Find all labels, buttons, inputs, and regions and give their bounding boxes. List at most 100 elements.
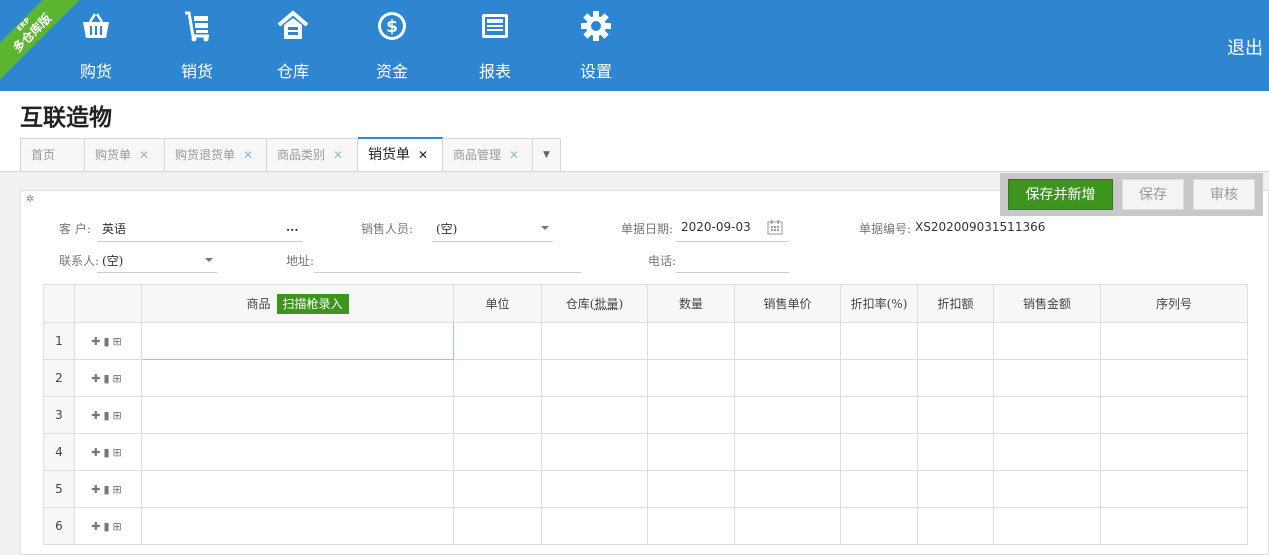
product-cell[interactable] [141,433,454,471]
sales-amount-cell[interactable] [993,396,1101,434]
add-row-icon[interactable]: ✚ [91,335,103,348]
unit-price-cell[interactable] [734,396,841,434]
warehouse-cell[interactable] [541,322,648,360]
tab-purchase-return[interactable]: 购货退货单 ✕ [165,138,267,171]
warehouse-cell[interactable] [541,359,648,397]
discount-rate-cell[interactable] [840,322,918,360]
product-cell[interactable] [141,322,454,360]
discount-amount-cell[interactable] [917,507,994,545]
discount-rate-cell[interactable] [840,433,918,471]
unit-cell[interactable] [453,507,542,545]
audit-button[interactable]: 审核 [1193,179,1255,210]
add-row-icon[interactable]: ✚ [91,372,103,385]
tab-product-category[interactable]: 商品类别 ✕ [267,138,358,171]
unit-cell[interactable] [453,396,542,434]
warehouse-cell[interactable] [541,396,648,434]
save-button[interactable]: 保存 [1122,179,1184,210]
nav-funds[interactable]: $ 资金 [352,0,432,91]
product-cell[interactable] [141,470,454,508]
close-icon[interactable]: ✕ [418,139,428,171]
tab-dropdown[interactable]: ▼ [533,138,561,171]
cart-icon[interactable]: ⊞ [113,409,125,422]
unit-price-cell[interactable] [734,507,841,545]
quantity-cell[interactable] [647,507,735,545]
tab-product-management[interactable]: 商品管理 ✕ [443,138,533,171]
unit-cell[interactable] [453,433,542,471]
product-cell[interactable] [141,396,454,434]
unit-price-cell[interactable] [734,359,841,397]
serial-number-cell[interactable] [1100,359,1248,397]
discount-amount-cell[interactable] [917,433,994,471]
date-field[interactable]: 2020-09-03 [681,220,751,234]
discount-rate-cell[interactable] [840,359,918,397]
customer-field[interactable]: 英语 [102,220,126,237]
discount-rate-cell[interactable] [840,470,918,508]
close-icon[interactable]: ✕ [333,139,343,171]
nav-warehouse[interactable]: 仓库 [253,0,333,91]
delete-row-icon[interactable]: ▮ [103,409,112,422]
sales-amount-cell[interactable] [993,322,1101,360]
delete-row-icon[interactable]: ▮ [103,335,112,348]
discount-rate-cell[interactable] [840,396,918,434]
delete-row-icon[interactable]: ▮ [103,446,112,459]
quantity-cell[interactable] [647,470,735,508]
warehouse-cell[interactable] [541,433,648,471]
unit-price-cell[interactable] [734,322,841,360]
add-row-icon[interactable]: ✚ [91,483,103,496]
salesperson-select[interactable]: (空) [436,220,457,237]
sales-amount-cell[interactable] [993,470,1101,508]
add-row-icon[interactable]: ✚ [91,520,103,533]
discount-amount-cell[interactable] [917,359,994,397]
product-cell[interactable] [141,507,454,545]
nav-sales[interactable]: 销货 [157,0,237,91]
serial-number-cell[interactable] [1100,433,1248,471]
cart-icon[interactable]: ⊞ [113,483,125,496]
phone-field[interactable] [676,272,789,273]
serial-number-cell[interactable] [1100,507,1248,545]
cart-icon[interactable]: ⊞ [113,372,125,385]
unit-cell[interactable] [453,470,542,508]
save-and-new-button[interactable]: 保存并新增 [1008,179,1113,210]
contact-select[interactable]: (空) [102,252,123,269]
quantity-cell[interactable] [647,396,735,434]
delete-row-icon[interactable]: ▮ [103,520,112,533]
gear-icon[interactable]: ✲ [26,195,36,205]
sales-amount-cell[interactable] [993,359,1101,397]
delete-row-icon[interactable]: ▮ [103,372,112,385]
sales-amount-cell[interactable] [993,433,1101,471]
tab-purchase-order[interactable]: 购货单 ✕ [85,138,165,171]
quantity-cell[interactable] [647,322,735,360]
unit-cell[interactable] [453,322,542,360]
cart-icon[interactable]: ⊞ [113,520,125,533]
nav-purchase[interactable]: 购货 [56,0,136,91]
quantity-cell[interactable] [647,359,735,397]
logout-link[interactable]: 退出 [1227,34,1263,60]
delete-row-icon[interactable]: ▮ [103,483,112,496]
serial-number-cell[interactable] [1100,470,1248,508]
nav-reports[interactable]: 报表 [455,0,535,91]
nav-settings[interactable]: 设置 [556,0,636,91]
unit-price-cell[interactable] [734,433,841,471]
product-cell[interactable] [141,359,454,397]
close-icon[interactable]: ✕ [243,139,253,171]
add-row-icon[interactable]: ✚ [91,409,103,422]
warehouse-cell[interactable] [541,470,648,508]
tab-home[interactable]: 首页 [20,138,85,171]
serial-number-cell[interactable] [1100,322,1248,360]
discount-amount-cell[interactable] [917,470,994,508]
calendar-icon[interactable] [767,219,783,235]
close-icon[interactable]: ✕ [509,139,519,171]
batch-link[interactable]: 批量 [594,297,618,311]
close-icon[interactable]: ✕ [139,139,149,171]
customer-more-button[interactable]: ... [286,220,299,234]
tab-sales-order[interactable]: 销货单 ✕ [358,137,443,171]
discount-rate-cell[interactable] [840,507,918,545]
cart-icon[interactable]: ⊞ [113,446,125,459]
quantity-cell[interactable] [647,433,735,471]
sales-amount-cell[interactable] [993,507,1101,545]
add-row-icon[interactable]: ✚ [91,446,103,459]
address-field[interactable] [314,272,581,273]
warehouse-cell[interactable] [541,507,648,545]
serial-number-cell[interactable] [1100,396,1248,434]
discount-amount-cell[interactable] [917,322,994,360]
